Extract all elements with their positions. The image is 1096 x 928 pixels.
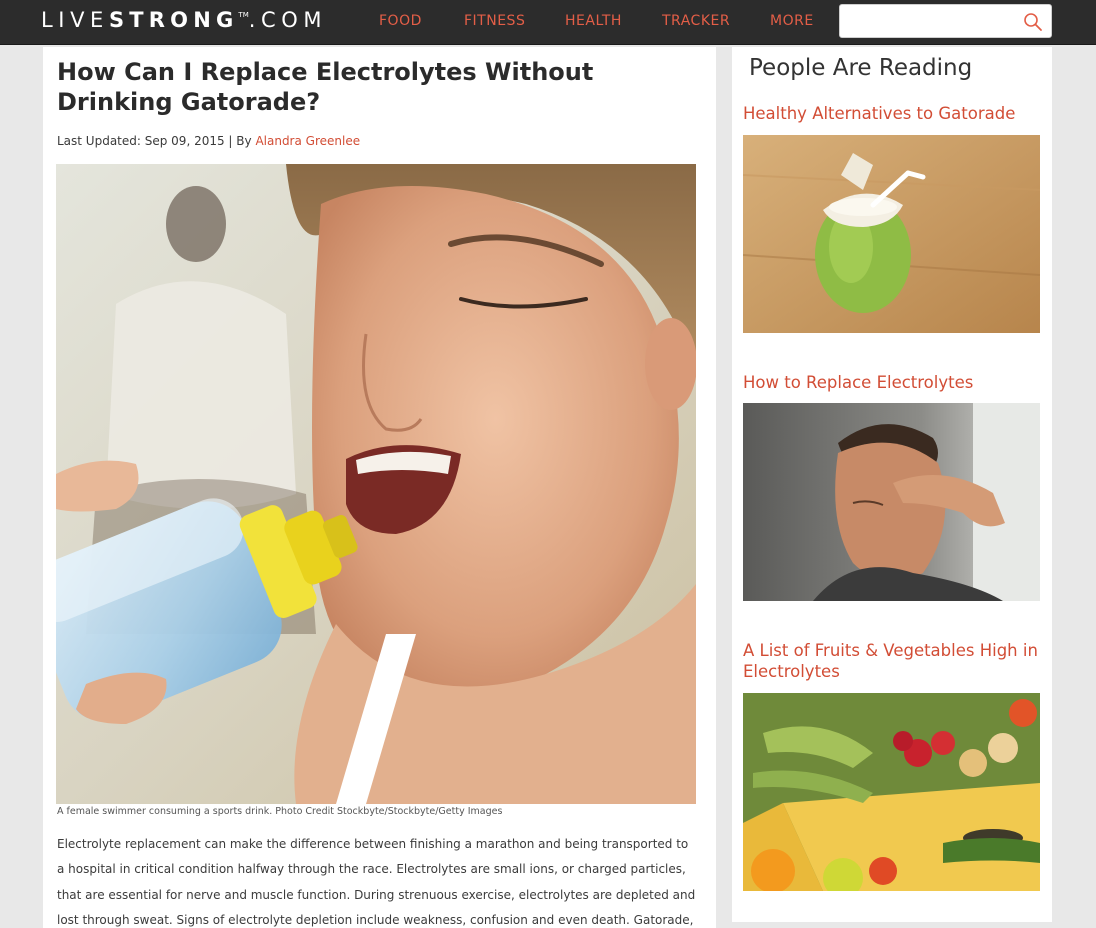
sidebar-image-coconut[interactable] [743,135,1040,333]
sidebar-link-healthy-alternatives[interactable]: Healthy Alternatives to Gatorade [743,103,1043,124]
coconut-image-illustration [743,135,1040,333]
article-byline: Last Updated: Sep 09, 2015 | By Alandra … [57,134,360,148]
logo-text-light: LIVE [41,8,109,32]
nav-item-fitness[interactable]: FITNESS [464,13,525,29]
logo-trademark: TM [238,11,249,19]
article-body-paragraph: Electrolyte replacement can make the dif… [57,837,696,927]
search-input[interactable] [846,9,1016,33]
nav-item-food[interactable]: FOOD [379,13,422,29]
nav-item-more[interactable]: MORE [770,13,814,29]
byline-date: Last Updated: Sep 09, 2015 | By [57,134,256,148]
author-link[interactable]: Alandra Greenlee [255,134,360,148]
logo-text-suffix: .COM [248,8,328,32]
nav-item-tracker[interactable]: TRACKER [662,13,730,29]
top-navigation-bar: LIVESTRONGTM.COM FOOD FITNESS HEALTH TRA… [0,0,1096,45]
man-headache-image-illustration [743,403,1040,601]
site-logo[interactable]: LIVESTRONGTM.COM [41,8,327,32]
sidebar-link-how-to-replace-electrolytes[interactable]: How to Replace Electrolytes [743,372,1043,393]
vegetables-box-image-illustration [743,693,1040,891]
article-column: How Can I Replace Electrolytes Without D… [43,47,716,928]
logo-text-bold: STRONG [108,8,239,32]
sidebar-link-fruits-vegetables[interactable]: A List of Fruits & Vegetables High in El… [743,640,1043,682]
sidebar-people-are-reading: People Are Reading Healthy Alternatives … [732,47,1052,922]
nav-item-health[interactable]: HEALTH [565,13,622,29]
sidebar-heading: People Are Reading [749,55,973,81]
search-box [839,4,1052,38]
hero-image-swimmer-drinking [56,164,696,804]
hero-image-illustration [56,164,696,804]
sidebar-image-man-headache[interactable] [743,403,1040,601]
article-title: How Can I Replace Electrolytes Without D… [57,58,594,116]
search-icon[interactable] [1023,12,1043,32]
sidebar-image-vegetables-box[interactable] [743,693,1040,891]
image-caption: A female swimmer consuming a sports drin… [57,806,503,817]
